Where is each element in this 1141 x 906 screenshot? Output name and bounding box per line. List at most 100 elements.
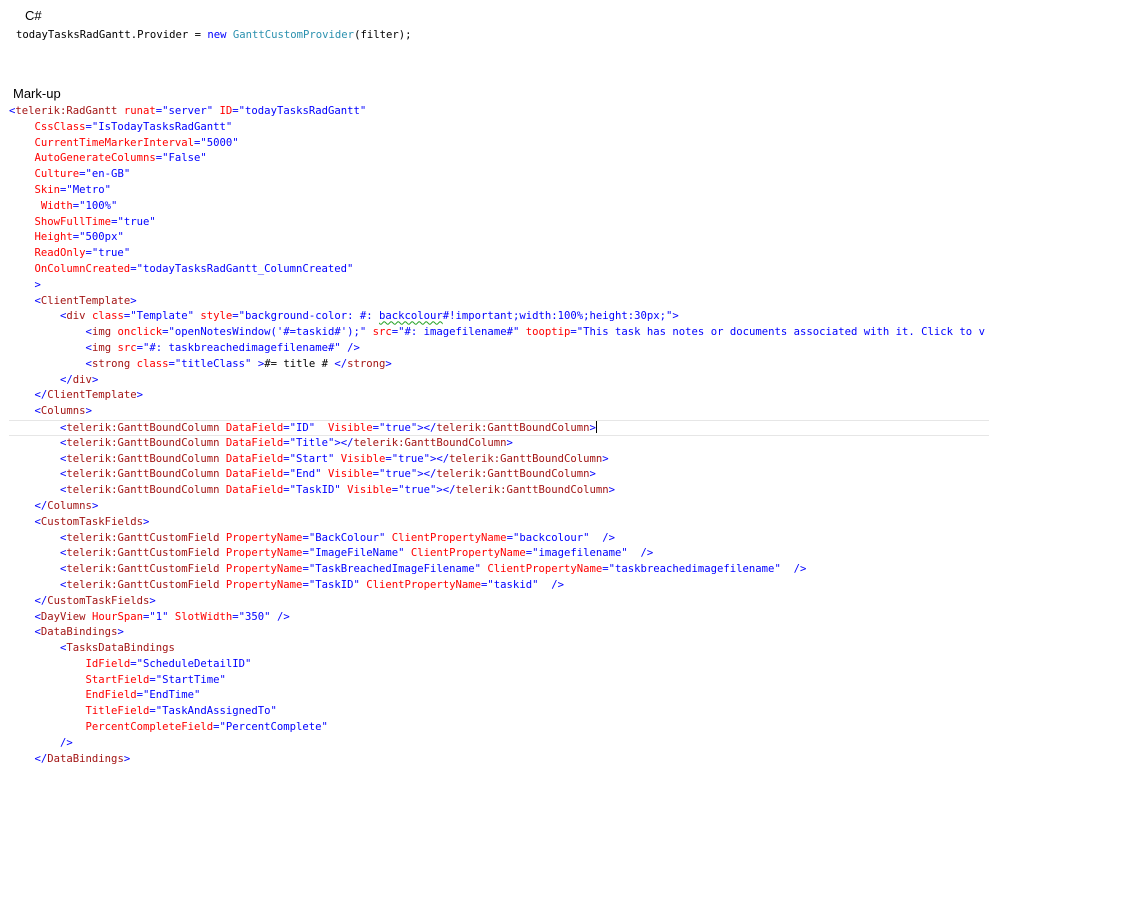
code-token: DataField [225,421,284,434]
code-token: ="backcolour" [506,531,590,544]
code-line: <telerik:GanttCustomField PropertyName="… [9,531,989,547]
code-token: </ [34,752,48,765]
code-token: > [149,594,156,607]
code-token: ="#: imagefilename#" [391,326,520,339]
code-token: ClientTemplate [40,294,131,307]
code-token: > [142,515,150,528]
code-token: > [589,468,596,481]
code-token: DataField [225,452,284,465]
code-token: </ [334,357,348,370]
code-token: class [91,310,124,323]
code-token: Skin [34,183,61,196]
code-token: ="ScheduleDetailID" [130,657,252,670]
code-token: > [91,499,99,512]
code-token: ="true" [111,215,156,228]
markup-code-block[interactable]: <telerik:RadGantt runat="server" ID="tod… [9,104,989,767]
code-token: (filter); [354,29,412,41]
code-token: HourSpan [91,610,143,623]
code-token: Visible [327,468,373,481]
code-token: /> [602,531,616,544]
code-line: <telerik:RadGantt runat="server" ID="tod… [9,104,989,120]
code-token: ="TaskID" [302,578,360,591]
code-line: </CustomTaskFields> [9,594,989,610]
code-token: > [506,436,513,449]
code-token: ="Metro" [60,183,112,196]
code-token: </ [34,594,48,607]
code-token: new [207,29,227,41]
code-token: Visible [347,484,392,497]
code-line: </ClientTemplate> [9,388,989,404]
csharp-code-block[interactable]: todayTasksRadGantt.Provider = new GanttC… [16,28,411,44]
code-token: telerik:GanttBoundColumn [66,468,220,481]
code-line: <DataBindings> [9,625,989,641]
code-token: CustomTaskFields [47,594,150,607]
code-line: ReadOnly="true" [9,246,989,262]
code-token: ="titleClass" [168,357,252,370]
code-token: StartField [85,673,150,686]
code-token: telerik:GanttBoundColumn [66,452,220,465]
code-token: Columns [47,499,92,512]
code-token: telerik:GanttBoundColumn [436,421,590,434]
code-token: </ [60,373,73,386]
code-token: strong [347,357,386,370]
code-token: img [91,326,112,339]
markup-heading: Mark-up [13,86,61,101]
code-line: ShowFullTime="true" [9,215,989,231]
code-token: ="taskbreachedimagefilename" [602,563,781,576]
code-token: > [85,405,92,418]
code-token: strong [91,357,131,370]
code-token: DataBindings [40,626,118,639]
code-token: ="IsTodayTasksRadGantt" [85,120,233,133]
code-token: ="End" [283,468,322,481]
code-token: DayView [40,610,86,623]
code-token: DataField [225,468,284,481]
code-token: div [66,310,86,323]
code-token: DataBindings [47,752,124,765]
code-token: img [91,341,112,354]
code-line: PercentCompleteField="PercentComplete" [9,720,989,736]
code-token: ="true"></ [372,421,437,434]
code-token: AutoGenerateColumns [34,152,156,165]
code-line: <telerik:GanttCustomField PropertyName="… [9,546,989,562]
csharp-heading: C# [25,8,42,23]
code-line: <img src="#: taskbreachedimagefilename#"… [9,341,989,357]
code-token: #= title # [264,357,335,370]
code-line: <telerik:GanttBoundColumn DataField="Tas… [9,483,989,499]
code-token: telerik:GanttBoundColumn [436,468,590,481]
code-token: telerik:GanttCustomField [66,563,220,576]
code-token: </ [34,389,48,402]
code-token: Columns [40,405,86,418]
code-token: > [130,294,137,307]
code-line: EndField="EndTime" [9,688,989,704]
code-token: GanttCustomProvider [232,29,355,41]
code-token: > [672,310,679,323]
code-token: ="100%" [72,199,118,212]
code-token: ="500px" [72,231,124,244]
code-token: PropertyName [225,531,303,544]
code-token: ="true"></ [391,484,456,497]
code-token: telerik:GanttBoundColumn [449,452,603,465]
code-token: PropertyName [225,563,303,576]
code-line: OnColumnCreated="todayTasksRadGantt_Colu… [9,262,989,278]
text-caret [595,420,597,433]
code-token: /> [640,547,654,560]
code-token: ="PercentComplete" [213,721,328,734]
